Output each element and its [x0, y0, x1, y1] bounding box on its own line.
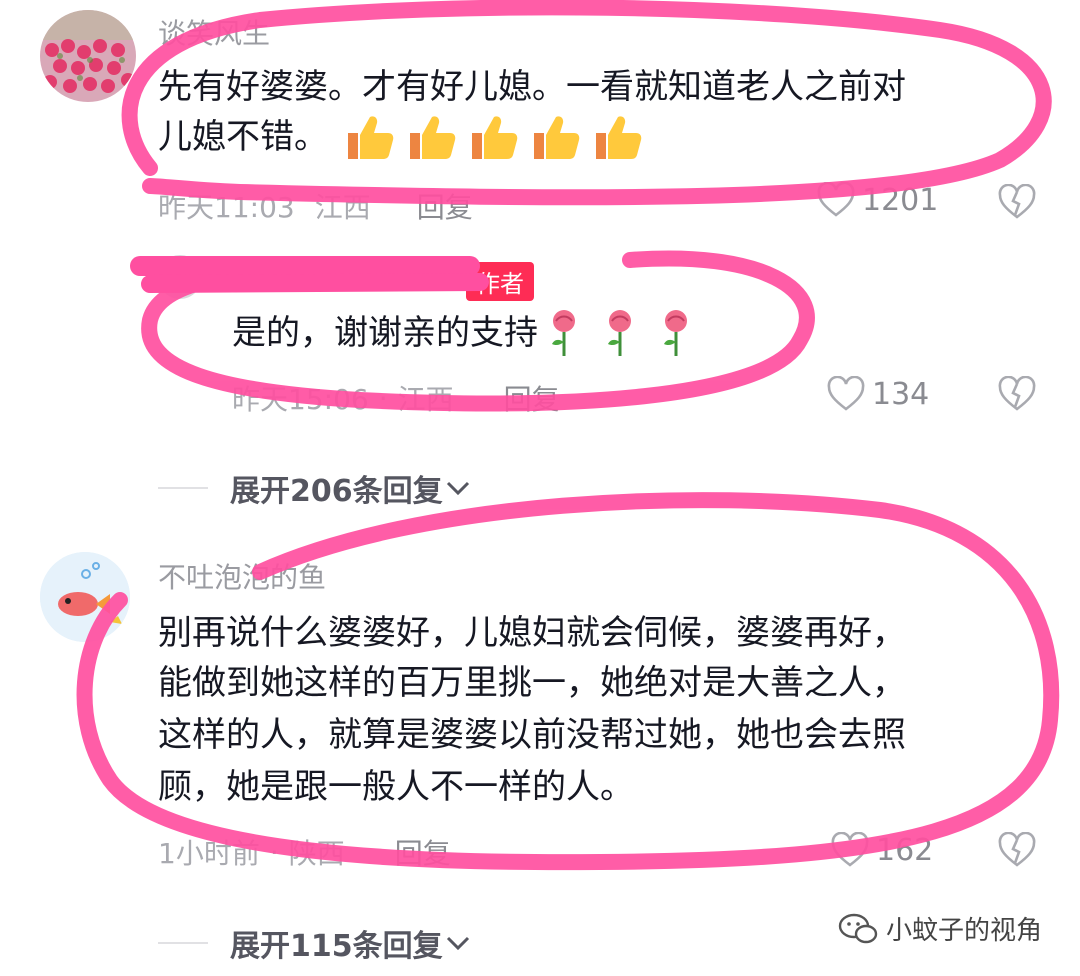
- reply-time: 昨天15:06: [232, 383, 369, 416]
- reply-button[interactable]: 回复: [504, 378, 560, 418]
- reply-button[interactable]: 回复: [395, 832, 451, 872]
- dislike-button[interactable]: [998, 183, 1036, 224]
- expand-replies-label: 展开206条回复: [230, 474, 443, 509]
- author-badge: 作者: [466, 262, 534, 301]
- reply-location: 江西: [397, 383, 454, 416]
- username[interactable]: 不吐泡泡的鱼: [158, 556, 326, 596]
- comment-time: 昨天11:03: [158, 191, 295, 224]
- like-button[interactable]: 1201: [816, 182, 938, 218]
- thumbs-up-icon: [410, 116, 456, 159]
- username[interactable]: 谈笑风生: [158, 12, 270, 52]
- thumbs-up-icon: [596, 116, 642, 159]
- chevron-down-icon: [446, 481, 469, 496]
- watermark: 小蚊子的视角: [838, 910, 1042, 947]
- dislike-button[interactable]: [998, 831, 1036, 872]
- like-count: 162: [876, 832, 934, 868]
- heart-icon: [831, 832, 869, 867]
- comment-location: 江西: [314, 191, 371, 224]
- divider: [158, 487, 208, 489]
- comment-location: 陕西: [288, 837, 345, 870]
- reply-button[interactable]: 回复: [417, 186, 473, 226]
- expand-replies-button[interactable]: 展开115条回复: [230, 921, 473, 965]
- chevron-down-icon: [446, 936, 469, 951]
- rose-icon: [552, 310, 575, 356]
- avatar[interactable]: [40, 10, 136, 102]
- wechat-icon: [838, 913, 878, 943]
- reply-avatar[interactable]: [158, 255, 202, 299]
- expand-replies-button[interactable]: 展开206条回复: [230, 466, 473, 510]
- watermark-text: 小蚊子的视角: [886, 916, 1043, 946]
- thumbs-up-icon: [472, 116, 518, 159]
- avatar[interactable]: [40, 552, 130, 642]
- broken-heart-icon: [998, 375, 1036, 411]
- comment-text: 儿媳不错。: [158, 117, 328, 157]
- like-count: 1201: [862, 182, 939, 218]
- reply-text: 是的，谢谢亲的支持: [232, 313, 538, 353]
- rose-icon: [608, 310, 631, 356]
- expand-replies-label: 展开115条回复: [230, 929, 443, 964]
- comment-text: 顾，她是跟一般人不一样的人。: [158, 767, 634, 807]
- like-button[interactable]: 162: [830, 832, 933, 868]
- dislike-button[interactable]: [998, 375, 1036, 416]
- rose-icon: [664, 310, 687, 356]
- thumbs-up-icon: [348, 116, 394, 159]
- thumbs-up-icon: [534, 116, 580, 159]
- comment-text: 别再说什么婆婆好，儿媳妇就会伺候，婆婆再好，: [158, 613, 906, 653]
- like-count: 134: [872, 376, 930, 412]
- comment-text: 先有好婆婆。才有好儿媳。一看就知道老人之前对: [158, 67, 906, 107]
- broken-heart-icon: [998, 183, 1036, 219]
- heart-icon: [817, 182, 855, 217]
- divider: [158, 942, 208, 944]
- comment-time: 1小时前: [158, 837, 260, 870]
- heart-icon: [827, 376, 865, 411]
- comment-text: 能做到她这样的百万里挑一，她绝对是大善之人，: [158, 663, 906, 703]
- broken-heart-icon: [998, 831, 1036, 867]
- comment-text: 这样的人，就算是婆婆以前没帮过她，她也会去照: [158, 715, 906, 755]
- like-button[interactable]: 134: [826, 376, 929, 412]
